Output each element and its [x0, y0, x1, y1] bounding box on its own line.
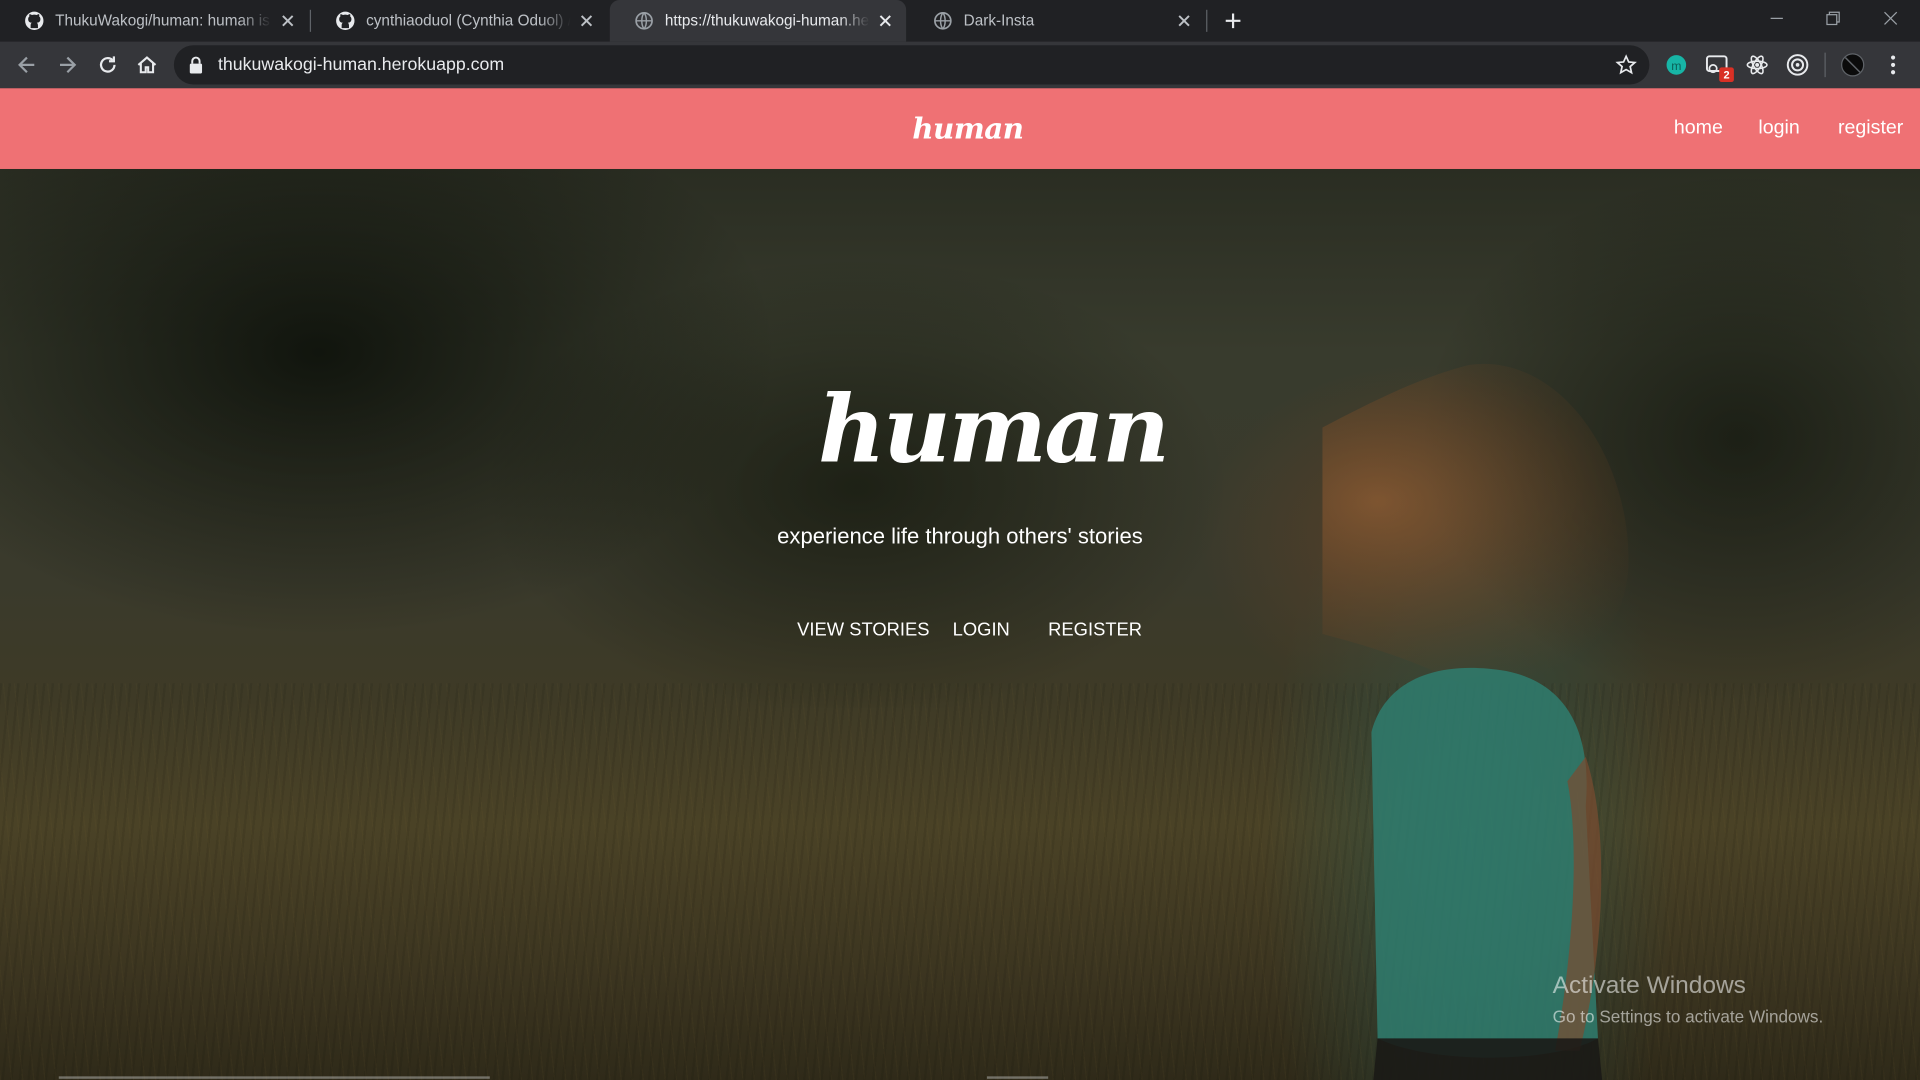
hero-section: human experience life through others' st… — [0, 168, 1920, 1080]
browser-window: ThukuWakogi/human: human is a cynthiaodu… — [0, 0, 1920, 1080]
web-page: human home login register human experien… — [0, 88, 1920, 1080]
globe-icon — [934, 12, 952, 30]
activate-windows-title: Activate Windows — [1552, 972, 1746, 1000]
close-tab-icon[interactable] — [877, 12, 894, 29]
react-devtools-icon[interactable] — [1745, 53, 1769, 77]
tab-title: https://thukuwakogi-human.heroku — [664, 12, 870, 30]
github-icon — [25, 11, 44, 31]
bookmark-star-icon[interactable] — [1615, 54, 1637, 76]
hero-register-button[interactable]: REGISTER — [1048, 620, 1142, 641]
tab-dark-insta[interactable]: Dark-Insta — [909, 0, 1205, 42]
browser-toolbar: thukuwakogi-human.herokuapp.com m — [0, 41, 1920, 89]
globe-icon — [635, 12, 653, 30]
minimize-icon[interactable] — [1768, 10, 1785, 27]
hero-title: human — [817, 374, 1170, 484]
menu-kebab-icon[interactable] — [1881, 53, 1905, 77]
new-tab-icon[interactable] — [1222, 10, 1244, 32]
lock-icon[interactable] — [189, 56, 204, 74]
back-icon[interactable] — [15, 53, 39, 77]
close-tab-icon[interactable] — [578, 12, 595, 29]
view-stories-button[interactable]: VIEW STORIES — [797, 620, 929, 641]
nav-login-link[interactable]: login — [1758, 118, 1799, 140]
reload-icon[interactable] — [96, 53, 120, 77]
tab-title: Dark-Insta — [963, 12, 1035, 30]
extension-teal-icon[interactable]: m — [1664, 53, 1688, 77]
horizontal-scroll-indicator — [986, 1076, 1049, 1079]
extension-target-icon[interactable] — [1785, 53, 1809, 77]
hero-subtitle: experience life through others' stories — [777, 524, 1143, 549]
home-icon[interactable] — [135, 53, 159, 77]
forward-icon[interactable] — [55, 53, 79, 77]
site-navbar: human home login register — [0, 88, 1920, 169]
address-bar[interactable]: thukuwakogi-human.herokuapp.com — [173, 45, 1650, 85]
tab-title: ThukuWakogi/human: human is a — [55, 12, 272, 30]
nav-register-link[interactable]: register — [1838, 118, 1903, 140]
hero-background-person — [1322, 363, 1629, 1080]
github-icon — [336, 11, 355, 31]
tab-strip: ThukuWakogi/human: human is a cynthiaodu… — [0, 0, 1920, 42]
svg-text:m: m — [1671, 59, 1681, 73]
extension-badge: 2 — [1719, 67, 1734, 83]
tab-human-heroku[interactable]: https://thukuwakogi-human.heroku — [609, 0, 907, 42]
close-tab-icon[interactable] — [279, 12, 296, 29]
restore-icon[interactable] — [1825, 10, 1842, 27]
activate-windows-subtitle: Go to Settings to activate Windows. — [1552, 1006, 1824, 1027]
tab-github-human[interactable]: ThukuWakogi/human: human is a — [0, 0, 309, 42]
tab-separator — [1206, 9, 1208, 32]
site-brand-logo[interactable]: human — [912, 110, 1024, 146]
profile-avatar-icon[interactable] — [1840, 53, 1865, 77]
url-text[interactable]: thukuwakogi-human.herokuapp.com — [218, 55, 504, 75]
toolbar-divider — [1824, 52, 1826, 78]
close-window-icon[interactable] — [1882, 10, 1899, 27]
nav-home-link[interactable]: home — [1674, 118, 1723, 140]
hero-login-button[interactable]: LOGIN — [953, 620, 1010, 641]
tab-title: cynthiaoduol (Cynthia Oduol) / R — [366, 12, 571, 30]
horizontal-scroll-indicator — [58, 1076, 490, 1079]
close-tab-icon[interactable] — [1176, 12, 1193, 29]
tab-github-cynthia[interactable]: cynthiaoduol (Cynthia Oduol) / R — [311, 0, 607, 42]
